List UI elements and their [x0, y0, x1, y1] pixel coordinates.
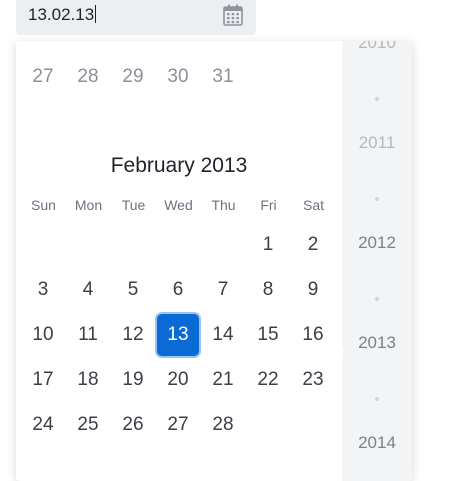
year-item[interactable]: 2011: [342, 133, 412, 153]
day-cell[interactable]: 27: [157, 404, 199, 446]
year-item[interactable]: 2010: [342, 41, 412, 53]
month-title: February 2013: [110, 154, 248, 177]
day-cell[interactable]: 21: [202, 359, 244, 401]
day-cell[interactable]: 1: [247, 224, 289, 266]
day-cell[interactable]: 9: [292, 269, 334, 311]
day-cell[interactable]: 3: [22, 269, 64, 311]
text-caret: [95, 5, 97, 23]
datepicker-popup: 27 28 29 30 31 1 2 3 4 5 6 7 8 9 10 11 12 13 14 15 16 17 18 19 2…: [16, 41, 412, 481]
weekday-label: Tue: [121, 197, 146, 213]
day-cell[interactable]: 8: [247, 269, 289, 311]
day-cell[interactable]: 2: [292, 224, 334, 266]
date-input-field[interactable]: 13.02.13: [16, 0, 256, 35]
day-cell[interactable]: 7: [202, 269, 244, 311]
weekday-label: Wed: [164, 197, 193, 213]
prev-month-day[interactable]: 29: [112, 56, 154, 98]
day-cell[interactable]: 19: [112, 359, 154, 401]
day-cell[interactable]: 16: [292, 314, 334, 356]
year-item[interactable]: 2012: [342, 233, 412, 253]
day-cell[interactable]: 20: [157, 359, 199, 401]
year-separator-dot: [375, 97, 379, 101]
weekday-label: Thu: [211, 197, 236, 213]
day-cell[interactable]: 23: [292, 359, 334, 401]
day-cell[interactable]: 26: [112, 404, 154, 446]
day-cell[interactable]: 11: [67, 314, 109, 356]
year-separator-dot: [375, 197, 379, 201]
calendar-icon[interactable]: [223, 4, 243, 26]
prev-month-day[interactable]: 28: [67, 56, 109, 98]
year-item[interactable]: 2014: [342, 433, 412, 453]
year-column: 2010 2011 2012 2013 2014: [342, 41, 412, 481]
day-cell[interactable]: 22: [247, 359, 289, 401]
day-cell[interactable]: 12: [112, 314, 154, 356]
selected-day[interactable]: 13: [157, 314, 199, 356]
day-cell[interactable]: 10: [22, 314, 64, 356]
day-cell[interactable]: 15: [247, 314, 289, 356]
year-separator-dot: [375, 297, 379, 301]
prev-month-day[interactable]: 30: [157, 56, 199, 98]
day-cell[interactable]: 18: [67, 359, 109, 401]
day-cell[interactable]: 17: [22, 359, 64, 401]
prev-month-day[interactable]: 31: [202, 56, 244, 98]
prev-month-day[interactable]: 27: [22, 56, 64, 98]
day-cell[interactable]: 6: [157, 269, 199, 311]
day-cell[interactable]: 14: [202, 314, 244, 356]
day-cell[interactable]: 5: [112, 269, 154, 311]
weekday-label: Fri: [260, 197, 277, 213]
day-cell[interactable]: 4: [67, 269, 109, 311]
date-input-value: 13.02.13: [28, 5, 95, 24]
weekday-label: Sun: [31, 197, 56, 213]
selected-year-pointer: [336, 347, 343, 361]
weekday-label: Mon: [74, 197, 103, 213]
day-cell[interactable]: 25: [67, 404, 109, 446]
year-separator-dot: [375, 397, 379, 401]
day-cell[interactable]: 28: [202, 404, 244, 446]
weekday-label: Sat: [302, 197, 324, 213]
selected-year[interactable]: 2013: [342, 333, 412, 353]
day-cell[interactable]: 24: [22, 404, 64, 446]
